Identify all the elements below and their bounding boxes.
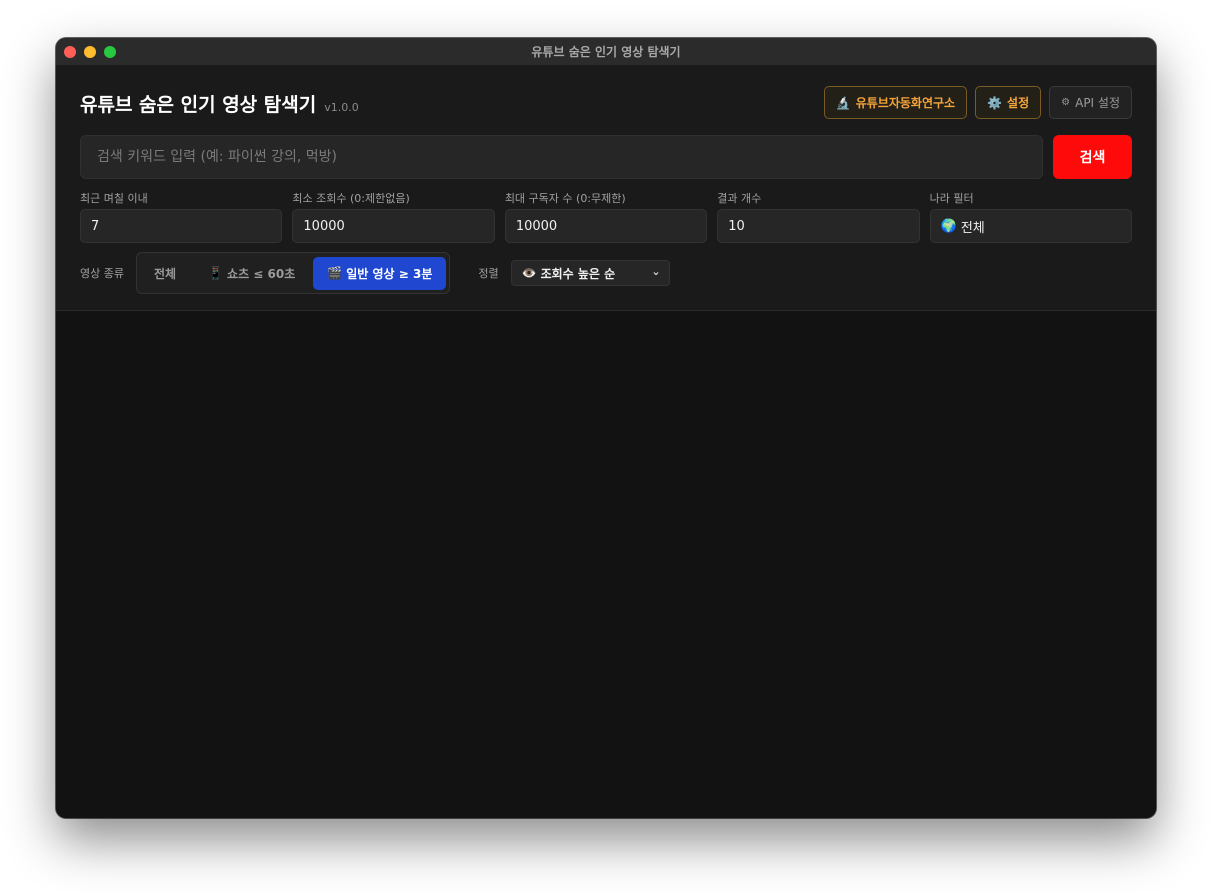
result-count-input[interactable]: 10 xyxy=(717,209,920,243)
settings-button[interactable]: ⚙️ 설정 xyxy=(975,86,1042,119)
video-type-toggle: 전체 📱 쇼츠 ≤ 60초 🎬 일반 영상 ≥ 3분 xyxy=(135,252,451,294)
filter-label: 최소 조회수 (0:제한없음) xyxy=(292,192,410,205)
small-gear-icon: ⚙ xyxy=(1061,97,1071,108)
country-select[interactable]: 🌍 전체 xyxy=(929,209,1133,243)
video-type-regular[interactable]: 🎬 일반 영상 ≥ 3분 xyxy=(313,256,447,290)
type-sort-row: 영상 종류 전체 📱 쇼츠 ≤ 60초 🎬 일반 영상 ≥ 3분 정렬 👁️ 조… xyxy=(80,252,670,294)
video-type-all-label: 전체 xyxy=(153,266,177,281)
maximize-window-button[interactable] xyxy=(104,46,116,58)
search-button[interactable]: 검색 xyxy=(1053,135,1132,179)
video-type-label: 영상 종류 xyxy=(80,267,124,280)
filter-label: 최대 구독자 수 (0:무제한) xyxy=(504,192,626,205)
search-panel: 유튜브 숨은 인기 영상 탐색기 v1.0.0 🔬 유튜브자동화연구소 ⚙️ 설… xyxy=(56,66,1156,311)
app-window: 유튜브 숨은 인기 영상 탐색기 유튜브 숨은 인기 영상 탐색기 v1.0.0… xyxy=(56,38,1156,818)
filter-recent-days: 최근 며칠 이내 7 xyxy=(80,190,283,243)
header-actions: 🔬 유튜브자동화연구소 ⚙️ 설정 ⚙ API 설정 xyxy=(823,86,1132,119)
sort-value: 조회수 높은 순 xyxy=(540,266,616,281)
api-settings-button[interactable]: ⚙ API 설정 xyxy=(1049,86,1132,119)
lab-button-label: 유튜브자동화연구소 xyxy=(855,96,956,110)
recent-days-input[interactable]: 7 xyxy=(80,209,283,243)
country-value: 전체 xyxy=(960,220,985,236)
settings-button-label: 설정 xyxy=(1007,96,1030,110)
api-settings-label: API 설정 xyxy=(1075,96,1120,110)
sort-label: 정렬 xyxy=(478,267,499,280)
chevron-down-icon: ⌄ xyxy=(651,265,661,278)
gear-icon: ⚙️ xyxy=(987,95,1003,110)
phone-icon: 📱 xyxy=(208,266,224,280)
filter-min-views: 최소 조회수 (0:제한없음) 10000 xyxy=(292,190,495,243)
max-subscribers-value: 10000 xyxy=(515,218,558,234)
min-views-value: 10000 xyxy=(303,218,345,234)
app-header: 유튜브 숨은 인기 영상 탐색기 v1.0.0 xyxy=(80,90,359,117)
minimize-window-button[interactable] xyxy=(84,46,96,58)
min-views-input[interactable]: 10000 xyxy=(292,209,495,243)
video-type-shorts[interactable]: 📱 쇼츠 ≤ 60초 xyxy=(194,257,309,290)
clapperboard-icon: 🎬 xyxy=(327,266,343,280)
microscope-icon: 🔬 xyxy=(835,95,851,110)
window-title: 유튜브 숨은 인기 영상 탐색기 xyxy=(531,45,681,59)
window-controls xyxy=(64,46,116,58)
filter-label: 결과 개수 xyxy=(717,192,762,205)
globe-icon: 🌍 xyxy=(940,218,957,234)
video-type-all[interactable]: 전체 xyxy=(140,257,190,290)
search-row: 검색 xyxy=(80,135,1132,179)
lab-button[interactable]: 🔬 유튜브자동화연구소 xyxy=(823,86,968,119)
app-version: v1.0.0 xyxy=(324,101,359,114)
filter-max-subscribers: 최대 구독자 수 (0:무제한) 10000 xyxy=(504,190,708,243)
result-count-value: 10 xyxy=(728,218,745,234)
search-input[interactable] xyxy=(80,135,1043,179)
filter-label: 최근 며칠 이내 xyxy=(80,192,148,205)
filter-country: 나라 필터 🌍 전체 xyxy=(929,190,1133,243)
app-name: 유튜브 숨은 인기 영상 탐색기 xyxy=(80,94,317,116)
video-type-shorts-label: 쇼츠 ≤ 60초 xyxy=(227,266,296,281)
sort-select[interactable]: 👁️ 조회수 높은 순 ⌄ xyxy=(510,260,670,286)
max-subscribers-input[interactable]: 10000 xyxy=(504,209,708,243)
recent-days-value: 7 xyxy=(91,218,100,234)
video-type-regular-label: 일반 영상 ≥ 3분 xyxy=(346,266,433,281)
filter-label: 나라 필터 xyxy=(929,192,974,205)
results-area xyxy=(56,312,1156,818)
title-bar: 유튜브 숨은 인기 영상 탐색기 xyxy=(56,38,1156,66)
eye-icon: 👁️ xyxy=(521,266,537,280)
close-window-button[interactable] xyxy=(64,46,76,58)
filter-result-count: 결과 개수 10 xyxy=(717,190,920,243)
filter-row: 최근 며칠 이내 7 최소 조회수 (0:제한없음) 10000 최대 구독자 … xyxy=(80,190,1133,243)
